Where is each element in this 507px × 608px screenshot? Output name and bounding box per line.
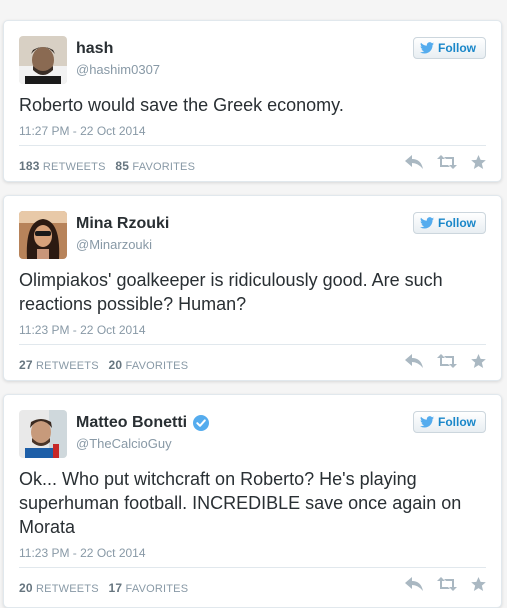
follow-label: Follow bbox=[438, 415, 476, 429]
twitter-bird-icon bbox=[420, 217, 434, 229]
follow-label: Follow bbox=[438, 216, 476, 230]
divider bbox=[19, 567, 486, 568]
follow-button[interactable]: Follow bbox=[413, 212, 486, 234]
tweet-text: Olimpiakos' goalkeeper is ridiculously g… bbox=[19, 270, 443, 314]
favorites-label: FAVORITES bbox=[132, 161, 196, 173]
divider bbox=[19, 145, 486, 146]
reply-icon[interactable] bbox=[405, 577, 423, 591]
favorites-label: FAVORITES bbox=[125, 360, 189, 372]
avatar[interactable] bbox=[19, 211, 67, 259]
favorite-count[interactable]: 20 bbox=[109, 358, 123, 372]
tweet-stats: 20 RETWEETS 17 FAVORITES bbox=[19, 581, 188, 595]
retweet-icon[interactable] bbox=[437, 354, 457, 368]
tweet-stats: 183 RETWEETS 85 FAVORITES bbox=[19, 159, 195, 173]
favorite-icon[interactable] bbox=[471, 577, 486, 591]
twitter-bird-icon bbox=[420, 42, 434, 54]
user-handle[interactable]: @Minarzouki bbox=[76, 236, 169, 254]
tweet-text: Ok... Who put witchcraft on Roberto? He'… bbox=[19, 469, 462, 537]
tweet-timestamp[interactable]: 11:27 PM - 22 Oct 2014 bbox=[19, 124, 146, 138]
avatar[interactable] bbox=[19, 410, 67, 458]
avatar[interactable] bbox=[19, 36, 67, 84]
display-name-text[interactable]: Mina Rzouki bbox=[76, 214, 169, 234]
favorite-icon[interactable] bbox=[471, 155, 486, 169]
retweets-label: RETWEETS bbox=[42, 161, 106, 173]
user-handle[interactable]: @TheCalcioGuy bbox=[76, 435, 209, 453]
follow-label: Follow bbox=[438, 41, 476, 55]
favorite-count[interactable]: 85 bbox=[115, 159, 129, 173]
retweet-icon[interactable] bbox=[437, 577, 457, 591]
retweet-count[interactable]: 27 bbox=[19, 358, 33, 372]
verified-badge-icon bbox=[193, 415, 210, 431]
tweet-text: Roberto would save the Greek economy. bbox=[19, 95, 344, 115]
follow-button[interactable]: Follow bbox=[413, 411, 486, 433]
favorite-count[interactable]: 17 bbox=[109, 581, 123, 595]
reply-icon[interactable] bbox=[405, 354, 423, 368]
divider bbox=[19, 344, 486, 345]
tweet-timestamp[interactable]: 11:23 PM - 22 Oct 2014 bbox=[19, 546, 146, 560]
follow-button[interactable]: Follow bbox=[413, 37, 486, 59]
retweet-icon[interactable] bbox=[437, 155, 457, 169]
display-name[interactable]: Matteo Bonetti bbox=[76, 413, 210, 433]
retweet-count[interactable]: 20 bbox=[19, 581, 33, 595]
display-name[interactable]: hash bbox=[76, 39, 160, 59]
tweet-card: Matteo Bonetti @TheCalcioGuy Follow Ok..… bbox=[3, 394, 502, 608]
reply-icon[interactable] bbox=[405, 155, 423, 169]
display-name-text[interactable]: Matteo Bonetti bbox=[76, 413, 187, 433]
tweet-card: hash @hashim0307 Follow Roberto would sa… bbox=[3, 20, 502, 182]
display-name-text[interactable]: hash bbox=[76, 39, 113, 59]
retweet-count[interactable]: 183 bbox=[19, 159, 40, 173]
tweet-timestamp[interactable]: 11:23 PM - 22 Oct 2014 bbox=[19, 323, 146, 337]
favorite-icon[interactable] bbox=[471, 354, 486, 368]
tweet-stats: 27 RETWEETS 20 FAVORITES bbox=[19, 358, 188, 372]
tweet-card: Mina Rzouki @Minarzouki Follow Olimpiako… bbox=[3, 195, 502, 381]
retweets-label: RETWEETS bbox=[36, 583, 99, 595]
twitter-bird-icon bbox=[420, 416, 434, 428]
display-name[interactable]: Mina Rzouki bbox=[76, 214, 169, 234]
user-handle[interactable]: @hashim0307 bbox=[76, 61, 160, 79]
favorites-label: FAVORITES bbox=[125, 583, 189, 595]
retweets-label: RETWEETS bbox=[36, 360, 99, 372]
